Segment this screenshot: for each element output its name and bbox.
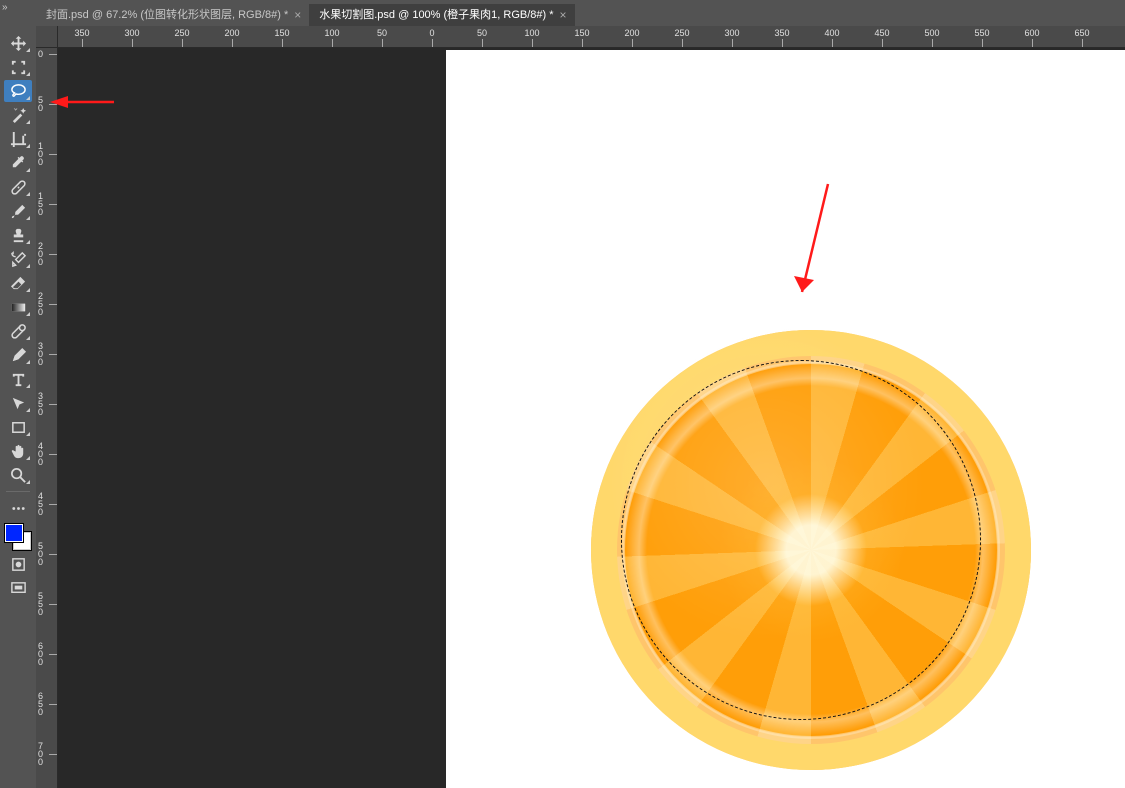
work-area: 3503002502001501005005010015020025030035… [36, 26, 1125, 788]
crop-tool[interactable] [4, 128, 32, 150]
ruler-origin-box[interactable] [36, 26, 58, 48]
close-icon[interactable]: × [560, 4, 567, 26]
horizontal-ruler[interactable]: 3503002502001501005005010015020025030035… [58, 26, 1125, 48]
lasso-tool[interactable] [4, 80, 32, 102]
rectangle-shape-tool[interactable] [4, 416, 32, 438]
edit-toolbar-button[interactable] [4, 497, 32, 519]
foreground-color-swatch[interactable] [5, 524, 23, 542]
move-tool[interactable] [4, 32, 32, 54]
close-icon[interactable]: × [294, 4, 301, 26]
eyedropper-tool[interactable] [4, 152, 32, 174]
eraser-tool[interactable] [4, 272, 32, 294]
document-tab-2-label: 水果切割图.psd @ 100% (橙子果肉1, RGB/8#) * [319, 4, 553, 26]
quick-mask-toggle[interactable] [4, 553, 32, 575]
magic-wand-tool[interactable] [4, 104, 32, 126]
path-selection-tool[interactable] [4, 392, 32, 414]
document-tab-1-label: 封面.psd @ 67.2% (位图转化形状图层, RGB/8#) * [46, 4, 288, 26]
canvas-viewport[interactable] [58, 48, 1125, 788]
vertical-ruler[interactable]: 0501001502002503003504004505005506006507… [36, 48, 58, 788]
dodge-tool[interactable] [4, 320, 32, 342]
lasso-selection-marquee [621, 360, 981, 720]
color-wells[interactable] [4, 523, 32, 551]
hand-tool[interactable] [4, 440, 32, 462]
expand-panels-icon[interactable]: » [2, 2, 8, 13]
annotation-arrow-toolbox [48, 94, 118, 110]
document-tabs-bar: 封面.psd @ 67.2% (位图转化形状图层, RGB/8#) * × 水果… [36, 4, 1125, 26]
toolbox [0, 26, 36, 788]
pen-tool[interactable] [4, 344, 32, 366]
gradient-tool[interactable] [4, 296, 32, 318]
type-tool[interactable] [4, 368, 32, 390]
document-tab-2[interactable]: 水果切割图.psd @ 100% (橙子果肉1, RGB/8#) * × [309, 4, 574, 26]
zoom-tool[interactable] [4, 464, 32, 486]
document-canvas[interactable] [446, 50, 1125, 788]
brush-tool[interactable] [4, 200, 32, 222]
clone-stamp-tool[interactable] [4, 224, 32, 246]
document-tab-1[interactable]: 封面.psd @ 67.2% (位图转化形状图层, RGB/8#) * × [36, 4, 309, 26]
annotation-arrow-canvas [788, 180, 838, 310]
rectangular-marquee-tool[interactable] [4, 56, 32, 78]
healing-brush-tool[interactable] [4, 176, 32, 198]
screen-mode-toggle[interactable] [4, 577, 32, 599]
history-brush-tool[interactable] [4, 248, 32, 270]
